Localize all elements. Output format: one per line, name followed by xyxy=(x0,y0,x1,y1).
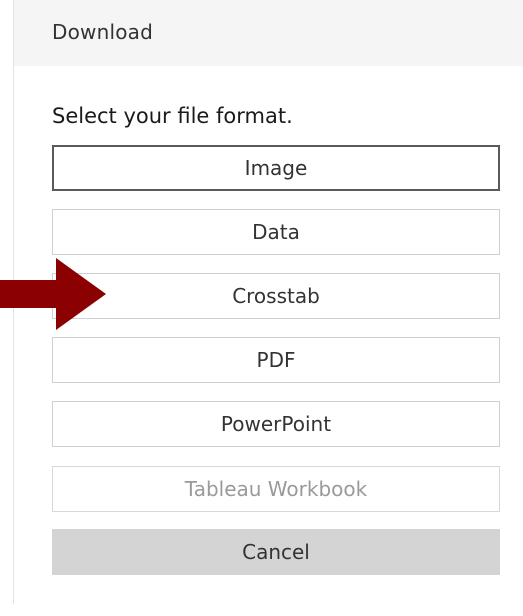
data-button[interactable]: Data xyxy=(52,209,500,255)
tableau-workbook-button-label: Tableau Workbook xyxy=(184,477,368,501)
data-button-label: Data xyxy=(252,220,300,244)
pdf-button-label: PDF xyxy=(256,348,296,372)
image-button[interactable]: Image xyxy=(52,145,500,191)
tableau-workbook-button: Tableau Workbook xyxy=(52,466,500,512)
image-button-label: Image xyxy=(244,156,308,180)
crosstab-button-label: Crosstab xyxy=(232,284,320,308)
cancel-button[interactable]: Cancel xyxy=(52,529,500,575)
dialog-title: Download xyxy=(52,20,154,44)
background-content-strip xyxy=(13,604,523,616)
crosstab-button[interactable]: Crosstab xyxy=(52,273,500,319)
pdf-button[interactable]: PDF xyxy=(52,337,500,383)
page: Download Select your file format. Image … xyxy=(0,0,523,616)
cancel-button-label: Cancel xyxy=(242,540,310,564)
powerpoint-button-label: PowerPoint xyxy=(220,412,332,436)
powerpoint-button[interactable]: PowerPoint xyxy=(52,401,500,447)
annotation-arrow-icon xyxy=(0,258,106,330)
file-format-prompt: Select your file format. xyxy=(52,104,293,128)
dialog-header: Download xyxy=(14,0,523,66)
arrow-shape xyxy=(0,258,106,330)
